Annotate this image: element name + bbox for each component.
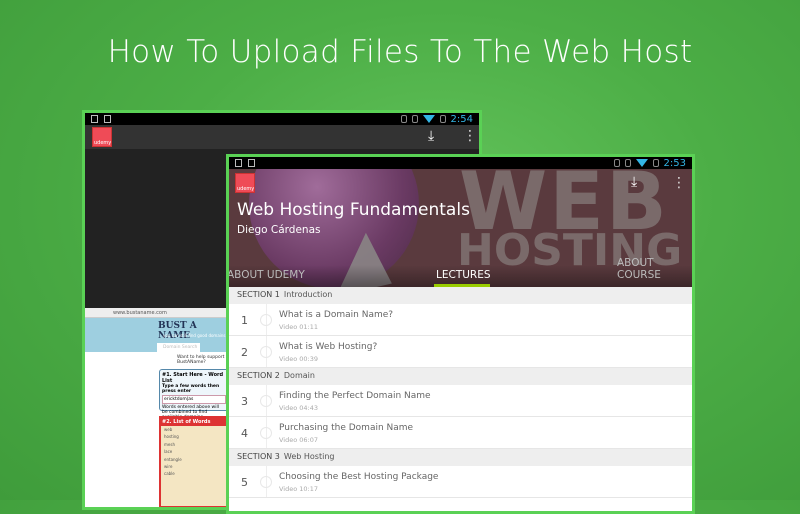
notification-icon bbox=[235, 159, 242, 167]
lecture-row[interactable]: 1 What is a Domain Name? Video 01:11 bbox=[229, 304, 692, 336]
lecture-title: Purchasing the Domain Name bbox=[279, 423, 414, 433]
section-name: Introduction bbox=[283, 290, 333, 299]
download-icon[interactable]: ⤓ bbox=[631, 174, 637, 190]
domain-search-tab[interactable]: Domain Search bbox=[157, 343, 200, 352]
battery-icon bbox=[439, 115, 446, 123]
lecture-list[interactable]: SECTION 1 Introduction 1 What is a Domain … bbox=[229, 287, 692, 498]
lecture-title: What is a Domain Name? bbox=[279, 310, 394, 320]
progress-circle-icon bbox=[260, 346, 272, 358]
box1-sub: Type a few words then press enter bbox=[162, 384, 220, 394]
udemy-logo[interactable]: udemy bbox=[92, 127, 112, 147]
section-label: SECTION 1 bbox=[237, 290, 280, 299]
status-bar: 2:53 bbox=[229, 157, 692, 169]
word-item: lace bbox=[164, 449, 173, 455]
front-device-screen: 2:53 WEB HOSTING udemy ⤓ ⋮ Web Hosting F… bbox=[226, 154, 695, 514]
word-item: entangle bbox=[164, 456, 182, 462]
support-text: Want to help support BustAName? bbox=[177, 355, 225, 365]
progress-circle-icon bbox=[260, 476, 272, 488]
lecture-row[interactable]: 5 Choosing the Best Hosting Package Video … bbox=[229, 466, 692, 498]
lecture-number: 2 bbox=[241, 346, 248, 359]
logo-text: udemy bbox=[237, 186, 255, 192]
browser-screenshot: www.bustaname.com BUST A NAME you can st… bbox=[85, 308, 230, 507]
address-bar: www.bustaname.com bbox=[85, 308, 230, 318]
section-header: SECTION 2 Domain bbox=[229, 368, 692, 385]
bluetooth-icon bbox=[400, 115, 407, 123]
download-icon[interactable]: ⤓ bbox=[428, 128, 434, 144]
lecture-number: 3 bbox=[241, 395, 248, 408]
lecture-meta: Video 10:17 bbox=[279, 485, 319, 493]
site-name: BUST A NAME bbox=[158, 321, 197, 341]
logo-text: udemy bbox=[94, 140, 112, 146]
section-label: SECTION 3 bbox=[237, 452, 280, 461]
clock: 2:54 bbox=[450, 113, 473, 125]
box2-title: #2. List of Words bbox=[161, 418, 227, 426]
lecture-number: 5 bbox=[241, 476, 248, 489]
section-header: SECTION 1 Introduction bbox=[229, 287, 692, 304]
alarm-icon bbox=[411, 115, 418, 123]
progress-circle-icon bbox=[260, 427, 272, 439]
section-name: Domain bbox=[283, 371, 315, 380]
bluetooth-icon bbox=[613, 159, 620, 167]
word-item: mesh bbox=[164, 441, 175, 447]
lecture-row[interactable]: 4 Purchasing the Domain Name Video 06:07 bbox=[229, 417, 692, 449]
section-label: SECTION 2 bbox=[237, 371, 280, 380]
lecture-number: 4 bbox=[241, 427, 248, 440]
section-header: SECTION 3 Web Hosting bbox=[229, 449, 692, 466]
tab-about-course[interactable]: ABOUT COURSE bbox=[617, 257, 692, 281]
lecture-title: Finding the Perfect Domain Name bbox=[279, 391, 431, 401]
section-name: Web Hosting bbox=[283, 452, 335, 461]
status-bar: 2:54 bbox=[85, 113, 479, 125]
lecture-meta: Video 00:39 bbox=[279, 355, 319, 363]
page-title: How To Upload Files To The Web Host bbox=[107, 34, 693, 70]
battery-icon bbox=[652, 159, 659, 167]
word-input[interactable]: ericktdom|as bbox=[162, 395, 226, 404]
word-item: cable bbox=[164, 471, 175, 477]
wifi-icon bbox=[422, 115, 435, 123]
lecture-title: Choosing the Best Hosting Package bbox=[279, 472, 439, 482]
alarm-icon bbox=[624, 159, 631, 167]
lecture-row[interactable]: 3 Finding the Perfect Domain Name Video 04… bbox=[229, 385, 692, 417]
lecture-meta: Video 01:11 bbox=[279, 323, 319, 331]
course-author: Diego Cárdenas bbox=[237, 224, 321, 236]
word-item: hosting bbox=[164, 434, 179, 440]
lecture-number: 1 bbox=[241, 314, 248, 327]
tab-lectures[interactable]: LECTURES bbox=[436, 269, 491, 281]
wifi-icon bbox=[635, 159, 648, 167]
notification-icon bbox=[91, 115, 98, 123]
lecture-meta: Video 04:43 bbox=[279, 404, 319, 412]
image-icon bbox=[248, 159, 255, 167]
image-icon bbox=[104, 115, 111, 123]
tab-about-udemy[interactable]: ABOUT UDEMY bbox=[229, 269, 305, 281]
lecture-row[interactable]: 2 What is Web Hosting? Video 00:39 bbox=[229, 336, 692, 368]
course-title: Web Hosting Fundamentals bbox=[237, 200, 470, 220]
action-bar: udemy ⤓ ⋮ bbox=[85, 125, 479, 149]
word-item: wire bbox=[164, 463, 173, 469]
word-list-box: #1. Start Here - Word List Type a few wo… bbox=[159, 369, 229, 420]
active-tab-indicator bbox=[434, 284, 490, 287]
site-banner: BUST A NAME you can still find good doma… bbox=[85, 318, 230, 352]
more-options-icon[interactable]: ⋮ bbox=[463, 129, 477, 143]
site-tagline: you can still find good domains bbox=[163, 333, 226, 338]
progress-circle-icon bbox=[260, 395, 272, 407]
course-header: WEB HOSTING udemy ⤓ ⋮ Web Hosting Fundam… bbox=[229, 169, 692, 287]
udemy-logo[interactable]: udemy bbox=[235, 173, 255, 193]
clock: 2:53 bbox=[663, 157, 686, 169]
list-of-words-box: #2. List of Words web hosting mesh lace … bbox=[159, 416, 229, 507]
box1-title: #1. Start Here - Word List bbox=[162, 372, 224, 384]
tab-bar: ABOUT UDEMY LECTURES ABOUT COURSE bbox=[229, 257, 692, 287]
progress-circle-icon bbox=[260, 314, 272, 326]
lecture-title: What is Web Hosting? bbox=[279, 342, 378, 352]
word-item: web bbox=[164, 427, 173, 432]
lecture-meta: Video 06:07 bbox=[279, 436, 319, 444]
more-options-icon[interactable]: ⋮ bbox=[672, 176, 686, 190]
